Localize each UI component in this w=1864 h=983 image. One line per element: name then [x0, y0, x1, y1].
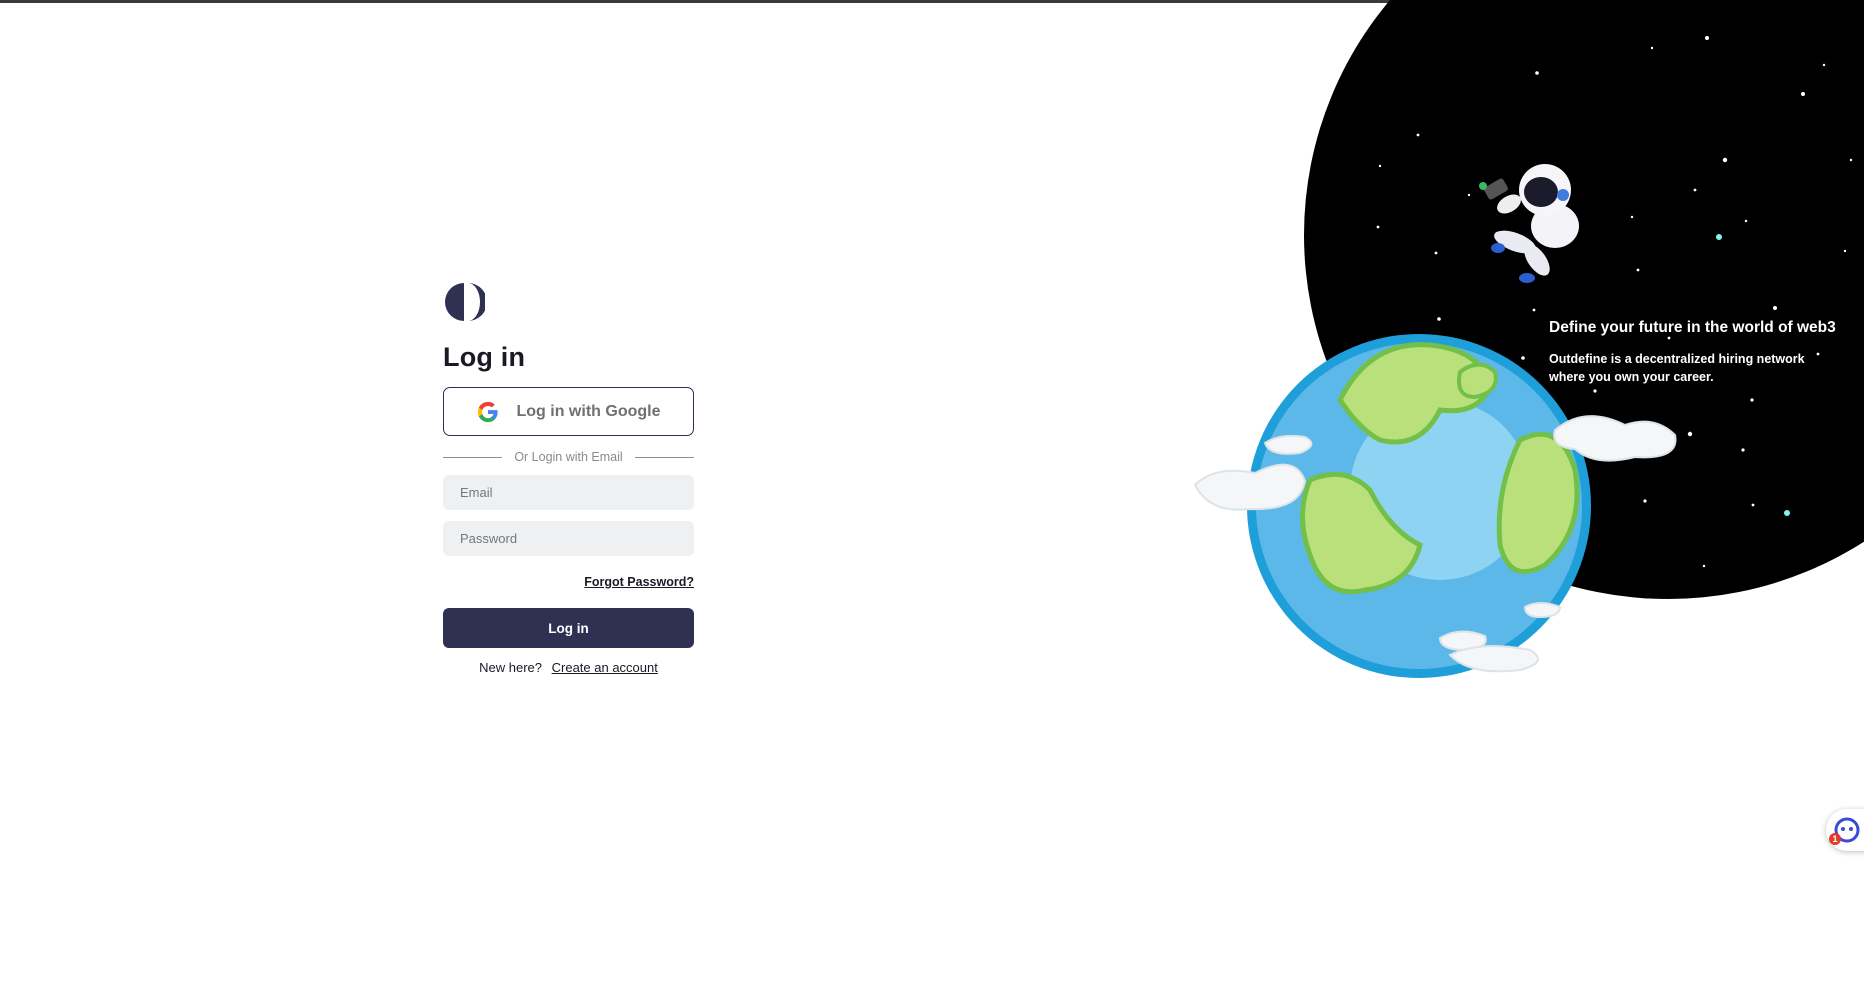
login-panel: Log in Log in with Google Or Login with …	[443, 282, 694, 675]
chat-notification-badge: 1	[1829, 833, 1841, 845]
forgot-row: Forgot Password?	[443, 573, 694, 591]
browser-top-border	[0, 0, 1864, 3]
forgot-password-link[interactable]: Forgot Password?	[584, 575, 694, 589]
divider-line-right	[634, 456, 694, 458]
email-field[interactable]	[443, 475, 694, 510]
space-background	[1304, 0, 1864, 599]
astronaut	[1479, 164, 1579, 283]
login-button[interactable]: Log in	[443, 608, 694, 648]
email-divider: Or Login with Email	[443, 450, 694, 464]
signup-prompt: New here?	[479, 660, 542, 675]
password-field[interactable]	[443, 521, 694, 556]
earth	[1247, 334, 1591, 678]
chat-support-button[interactable]	[1826, 809, 1864, 851]
divider-text: Or Login with Email	[514, 450, 623, 464]
hero-title: Define your future in the world of web3	[1549, 319, 1836, 336]
divider-line-left	[443, 456, 503, 458]
stars	[1376, 36, 1853, 568]
hero-subtitle: Outdefine is a decentralized hiring netw…	[1549, 352, 1805, 384]
signup-row: New here? Create an account	[443, 660, 694, 675]
google-icon	[477, 401, 498, 422]
hero-illustration	[1193, 0, 1864, 678]
page-title: Log in	[443, 342, 526, 372]
create-account-link[interactable]: Create an account	[552, 660, 658, 675]
outdefine-logo-icon	[445, 283, 485, 321]
clouds	[1193, 415, 1677, 673]
google-login-label: Log in with Google	[516, 402, 661, 420]
hero-text-block: Define your future in the world of web3 …	[1549, 318, 1859, 386]
google-login-button[interactable]: Log in with Google	[443, 387, 694, 436]
